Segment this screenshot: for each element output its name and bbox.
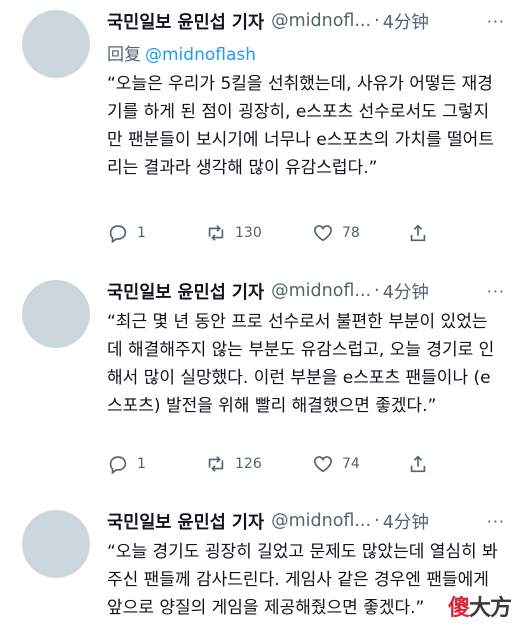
tweet-text: “오늘은 우리가 5킬을 선취했는데, 사유가 어떻든 재경기를 하게 된 점이… (107, 74, 494, 178)
retweet-button[interactable]: 126 (205, 453, 262, 475)
reply-count: 1 (137, 456, 146, 472)
author-name[interactable]: 국민일보 윤민섭 기자 (107, 509, 264, 534)
like-button[interactable]: 74 (312, 453, 360, 475)
reply-context: 回复 @midnoflash (107, 40, 507, 65)
timestamp[interactable]: 4分钟 (383, 9, 429, 34)
separator-dot: · (374, 281, 380, 301)
retweet-icon (208, 225, 224, 241)
reply-mention-link[interactable]: @midnoflash (145, 45, 256, 65)
more-options-icon[interactable]: ··· (487, 12, 505, 31)
tweet-actions: 1 126 74 (107, 453, 437, 477)
like-count: 78 (342, 225, 360, 241)
retweet-button[interactable]: 130 (205, 222, 262, 244)
share-icon (410, 224, 426, 242)
reply-label: 回复 (107, 45, 141, 65)
like-button[interactable]: 78 (312, 222, 360, 244)
separator-dot: · (374, 511, 380, 531)
retweet-count: 130 (235, 225, 262, 241)
more-options-icon[interactable]: ··· (487, 282, 505, 301)
share-button[interactable] (407, 222, 429, 244)
comment-icon (109, 456, 127, 475)
avatar[interactable] (22, 10, 90, 78)
tweet-header: 국민일보 윤민섭 기자 @midnofl... · 4分钟 (107, 278, 507, 304)
tweet-header: 국민일보 윤민섭 기자 @midnofl... · 4分钟 (107, 508, 507, 534)
author-handle[interactable]: @midnofl... (271, 281, 371, 301)
like-count: 74 (342, 456, 360, 472)
reply-count: 1 (137, 225, 146, 241)
avatar[interactable] (22, 280, 90, 348)
timestamp[interactable]: 4分钟 (383, 279, 429, 304)
like-icon (313, 225, 333, 242)
comment-icon (109, 225, 127, 244)
author-name[interactable]: 국민일보 윤민섭 기자 (107, 9, 264, 34)
retweet-icon (208, 456, 224, 472)
watermark-logo: 傻大方 (447, 595, 512, 621)
avatar[interactable] (22, 510, 90, 578)
tweet-text: “최근 몇 년 동안 프로 선수로서 불편한 부분이 있었는데 해결해주지 않는… (107, 312, 495, 416)
author-handle[interactable]: @midnofl... (271, 511, 371, 531)
tweet-text: “오늘 경기도 굉장히 길었고 문제도 많았는데 열심히 봐주신 팬들께 감사드… (107, 542, 498, 618)
tweet-actions: 1 130 78 (107, 222, 437, 246)
author-name[interactable]: 국민일보 윤민섭 기자 (107, 279, 264, 304)
timestamp[interactable]: 4分钟 (383, 509, 429, 534)
share-icon (410, 455, 426, 473)
more-options-icon[interactable]: ··· (487, 512, 505, 531)
author-handle[interactable]: @midnofl... (271, 11, 371, 31)
reply-button[interactable]: 1 (107, 453, 146, 475)
tweet-header: 국민일보 윤민섭 기자 @midnofl... · 4分钟 (107, 8, 507, 34)
share-button[interactable] (407, 453, 429, 475)
like-icon (313, 456, 333, 473)
retweet-count: 126 (235, 456, 262, 472)
separator-dot: · (374, 11, 380, 31)
reply-button[interactable]: 1 (107, 222, 146, 244)
